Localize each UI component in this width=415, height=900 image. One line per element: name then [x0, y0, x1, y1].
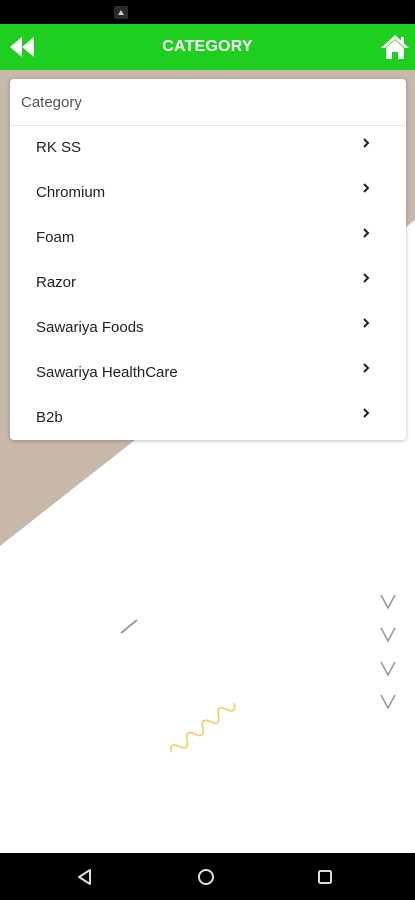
category-label: Sawariya Foods [36, 319, 144, 336]
category-item-rk-ss[interactable]: RK SS [10, 126, 406, 171]
status-bar [0, 0, 415, 24]
category-label: Chromium [36, 184, 106, 201]
category-label: Sawariya HealthCare [36, 364, 178, 381]
notification-icon [114, 6, 128, 19]
system-nav-bar [0, 853, 415, 900]
card-header: Category [10, 79, 406, 126]
category-item-chromium[interactable]: Chromium [10, 171, 406, 216]
chevron-right-icon [363, 363, 370, 373]
chevron-right-icon [363, 318, 370, 328]
home-circle-icon[interactable] [195, 866, 217, 888]
back-icon[interactable] [74, 866, 96, 888]
category-label: Razor [36, 274, 77, 291]
home-icon[interactable] [380, 33, 410, 61]
page-title: CATEGORY [162, 38, 253, 55]
category-label: Foam [36, 229, 75, 246]
category-item-sawariya-healthcare[interactable]: Sawariya HealthCare [10, 351, 406, 396]
recents-icon[interactable] [314, 866, 336, 888]
category-label: RK SS [36, 139, 82, 156]
category-label: B2b [36, 409, 63, 426]
category-item-foam[interactable]: Foam [10, 216, 406, 261]
chevron-right-icon [363, 408, 370, 418]
chevron-right-icon [363, 228, 370, 238]
chevron-right-icon [363, 138, 370, 148]
category-item-sawariya-foods[interactable]: Sawariya Foods [10, 306, 406, 351]
chevron-right-icon [363, 273, 370, 283]
category-item-b2b[interactable]: B2b [10, 396, 406, 441]
app-bar: CATEGORY [0, 24, 415, 70]
category-item-razor[interactable]: Razor [10, 261, 406, 306]
category-card: Category RK SS Chromium Foam Razor Sawar… [10, 79, 406, 440]
chevron-right-icon [363, 183, 370, 193]
